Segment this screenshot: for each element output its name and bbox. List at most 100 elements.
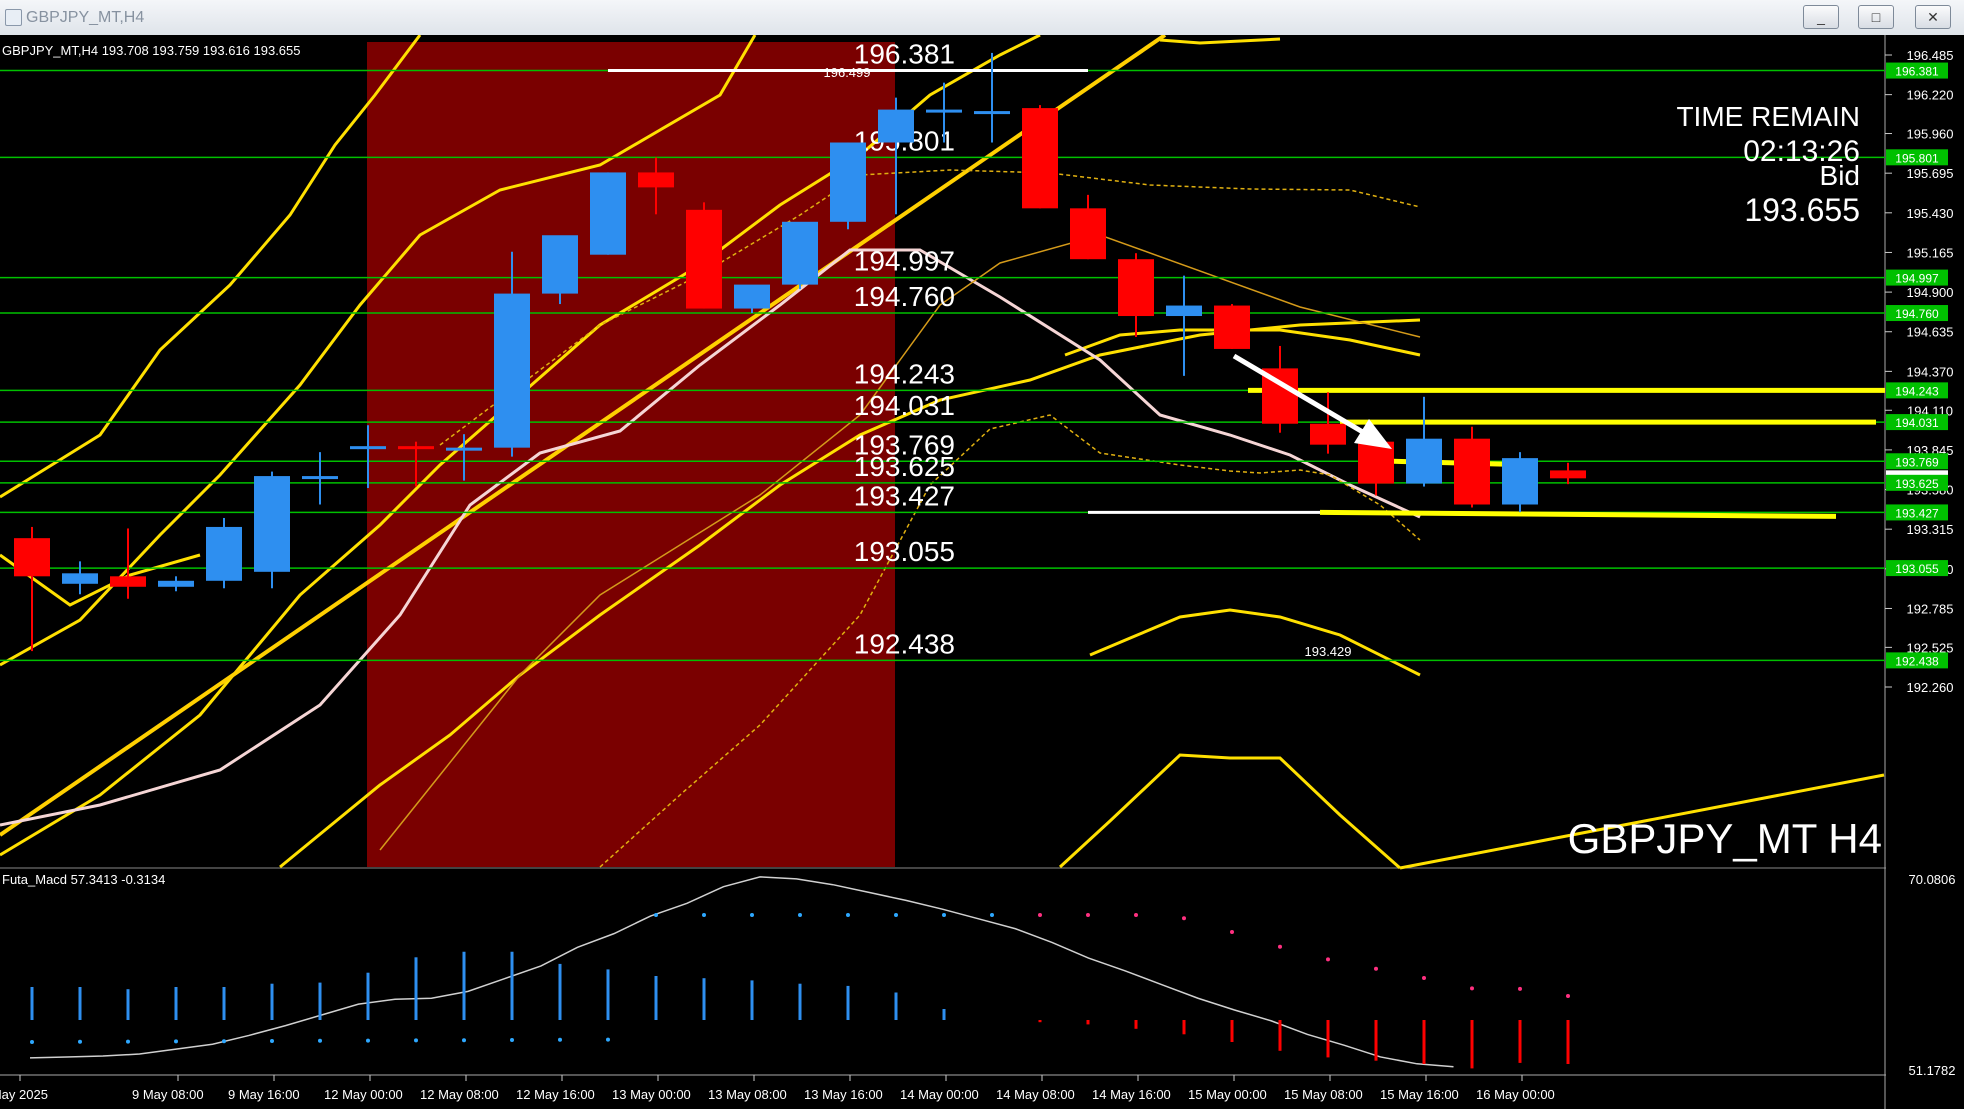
level-price-tag-text: 194.997 [1895,272,1939,286]
bull-candle [590,172,626,255]
macd-signal-dot [222,1039,226,1044]
bear-candle [1454,438,1490,505]
macd-signal-dot [750,913,754,917]
macd-tick-label: 51.1782 [1909,1063,1956,1078]
macd-signal-dot [942,913,946,917]
macd-info: Futa_Macd 57.3413 -0.3134 [2,872,165,887]
level-price-tag-text: 192.438 [1895,654,1939,668]
time-tick-label: 15 May 00:00 [1188,1087,1267,1102]
window-title: GBPJPY_MT,H4 [26,9,145,26]
symbol-watermark: GBPJPY_MT H4 [1568,815,1882,862]
macd-signal-dot [1182,916,1186,921]
close-button[interactable]: ✕ [1915,5,1951,29]
macd-signal-dot [558,1037,562,1042]
level-label: 193.625 [854,451,955,482]
level-label: 192.438 [854,628,955,659]
bear-candle [398,446,434,450]
bull-candle [446,447,482,451]
price-tick-label: 196.220 [1907,88,1954,103]
level-label: 193.427 [854,480,955,511]
time-tick-label: 14 May 16:00 [1092,1087,1171,1102]
restore-icon: □ [1871,9,1881,25]
time-tick-label: 13 May 00:00 [612,1087,691,1102]
bear-candle [1214,305,1250,349]
price-tick-label: 195.960 [1907,127,1954,142]
level-price-tag-text: 194.031 [1895,416,1939,430]
minimize-button[interactable]: _ [1803,5,1839,29]
bear-candle [638,172,674,188]
bull-candle [830,142,866,222]
terminal-window: GBPJPY_MT,H4 _ □ ✕ 196.381 195.801 194.997… [0,0,1964,1109]
bull-candle [1502,458,1538,505]
macd-signal-dot [798,913,802,917]
level-label: 194.760 [854,281,955,312]
time-tick-label: 16 May 00:00 [1476,1087,1555,1102]
macd-signal-dot [1374,966,1378,971]
title-bar[interactable]: GBPJPY_MT,H4 _ □ ✕ [0,0,1964,36]
macd-signal-dot [1086,913,1090,917]
time-tick-label: 15 May 16:00 [1380,1087,1459,1102]
time-tick-label: 13 May 08:00 [708,1087,787,1102]
macd-signal-dot [174,1039,178,1044]
level-label: 194.031 [854,390,955,421]
time-tick-label: 13 May 16:00 [804,1087,883,1102]
macd-signal-dot [318,1038,322,1043]
macd-signal-dot [1326,957,1330,962]
bull-candle [158,580,194,587]
bear-candle [686,209,722,309]
bear-candle [1022,108,1058,209]
time-tick-label: 9 May 16:00 [228,1087,300,1102]
level-price-tag-text: 195.801 [1895,151,1939,165]
macd-signal-dot [366,1038,370,1043]
level-price-tag-text: 193.625 [1895,477,1939,491]
level-label: 193.055 [854,536,955,567]
bull-candle [254,476,290,572]
macd-signal-dot [1518,986,1522,991]
bull-candle [974,111,1010,115]
macd-signal-dot [990,913,994,917]
price-chart[interactable]: 196.381195.801194.997194.760194.243194.0… [0,35,1964,1109]
macd-signal-dot [702,913,706,917]
macd-signal-dot [1470,986,1474,991]
time-tick-label: 12 May 08:00 [420,1087,499,1102]
level-label: 194.997 [854,246,955,277]
price-tick-label: 193.315 [1907,522,1954,537]
restore-button[interactable]: □ [1858,5,1894,29]
bull-candle [350,446,386,450]
bull-candle [926,109,962,113]
symbol-info: GBPJPY_MT,H4 193.708 193.759 193.616 193… [2,43,301,58]
macd-signal-dot [30,1040,34,1044]
bull-candle [62,573,98,584]
level-price-tag-text: 193.055 [1895,562,1939,576]
bull-candle [302,476,338,480]
time-tick-label: 12 May 00:00 [324,1087,403,1102]
level-price-tag-text: 194.760 [1895,307,1939,321]
bear-candle [1070,208,1106,260]
highlight-zone [367,42,895,867]
bull-candle [1406,438,1442,484]
level-price-tag-text: 194.243 [1895,384,1939,398]
macd-signal-dot [510,1038,514,1042]
high-marker-label: 196.499 [824,65,871,80]
macd-signal-dot [270,1039,274,1043]
low-marker-label: 193.429 [1305,644,1352,659]
chart-window-icon [5,9,22,26]
macd-signal-dot [1278,944,1282,949]
price-tick-label: 192.785 [1907,601,1954,616]
close-icon: ✕ [1927,9,1939,25]
price-tick-label: 196.485 [1907,48,1954,63]
bull-candle [1166,305,1202,317]
level-price-tag-text: 193.427 [1895,506,1939,520]
bear-candle [1550,470,1586,479]
macd-signal-dot [894,913,898,917]
bull-candle [782,221,818,285]
bear-candle [1310,423,1346,445]
price-tick-label: 194.635 [1907,325,1954,340]
time-tick-label: 9 May 08:00 [132,1087,204,1102]
macd-signal-dot [654,913,658,917]
price-tick-label: 195.430 [1907,206,1954,221]
bid-label: Bid [1820,160,1860,191]
time-tick-label: 14 May 00:00 [900,1087,979,1102]
level-price-tag-text: 193.769 [1895,455,1939,469]
bid-value: 193.655 [1744,192,1860,228]
